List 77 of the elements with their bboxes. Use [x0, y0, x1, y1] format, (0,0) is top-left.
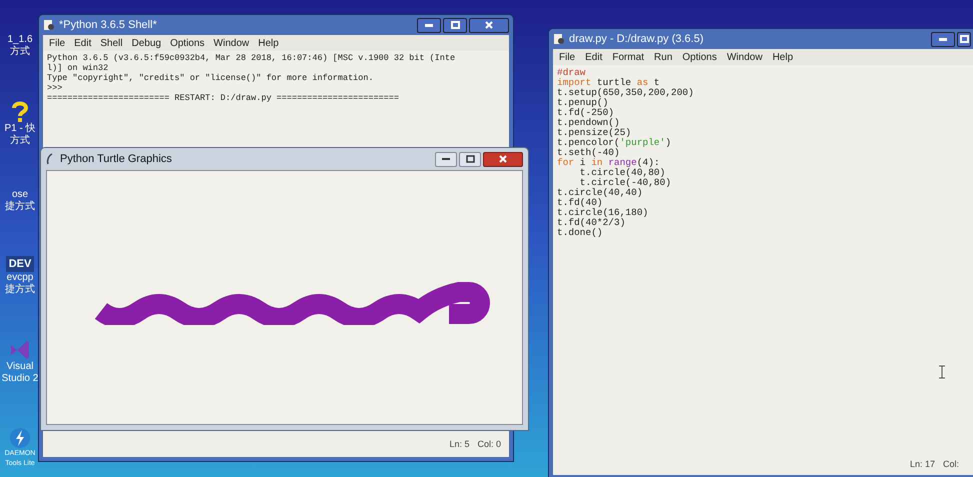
menu-item[interactable]: Window — [726, 50, 762, 64]
status-text: Col: — [942, 458, 959, 470]
shell-output-line: >>> — [47, 83, 64, 93]
menu-item[interactable]: File — [559, 50, 576, 64]
bow-tie-icon — [8, 338, 31, 360]
code-line: t.setup(650,350,200,200) — [557, 88, 695, 98]
icon-label[interactable]: P1 - 快 — [4, 122, 36, 134]
menu-item[interactable]: Options — [682, 50, 717, 64]
code-line: t.circle(40,40) — [557, 188, 644, 198]
close-button[interactable] — [483, 152, 523, 166]
close-button[interactable] — [469, 18, 509, 32]
dev-logo: DEV — [6, 256, 34, 272]
icon-label[interactable]: 1_1.6 — [7, 34, 33, 46]
icon-label[interactable]: 方式 — [10, 134, 30, 146]
code-line: t.circle(40,80) — [578, 168, 666, 178]
code-line: t.done() — [557, 228, 604, 238]
maximize-button[interactable] — [459, 152, 481, 166]
maximize-icon — [450, 21, 460, 29]
menu-item[interactable]: Format — [612, 50, 644, 64]
status-text: Ln: 17 — [910, 458, 935, 470]
icon-label[interactable]: evcpp — [6, 272, 34, 284]
shell-output-line: Python 3.6.5 (v3.6.5:f59c0932b4, Mar 28 2018, 16:07:46) [MSC v.1900 32 bit (Inte — [47, 53, 456, 63]
code-line: t.pendown() — [557, 118, 621, 128]
code-line: t.pensize(25) — [557, 128, 632, 138]
maximize-button[interactable] — [443, 18, 467, 32]
code-line: import turtle as t — [557, 78, 661, 88]
minimize-icon — [425, 24, 433, 26]
code-line: t.seth(-40) — [557, 148, 621, 158]
icon-label[interactable]: 捷方式 — [5, 284, 35, 296]
menu-item[interactable]: Debug — [132, 36, 162, 50]
menu-item[interactable]: Run — [654, 50, 672, 64]
menu-item[interactable]: Edit — [74, 36, 92, 50]
code-line: t.fd(40*2/3) — [557, 218, 626, 228]
menu-item[interactable]: Options — [170, 36, 205, 50]
question-mark-icon — [11, 100, 29, 122]
menu-item[interactable]: Edit — [585, 50, 602, 64]
minimize-icon — [442, 158, 450, 160]
status-text: Col: 0 — [477, 438, 501, 450]
menu-item[interactable]: Help — [258, 36, 279, 50]
shell-output-line: ======================== RESTART: D:/draw.py ======================== — [47, 93, 400, 103]
window-title: *Python 3.6.5 Shell* — [59, 18, 157, 33]
code-line: t.circle(16,180) — [557, 208, 650, 218]
maximize-icon — [960, 35, 968, 43]
code-line: t.circle(-40,80) — [578, 178, 672, 188]
close-icon — [499, 155, 507, 163]
lightning-icon — [8, 427, 31, 449]
minimize-button[interactable] — [417, 18, 441, 32]
icon-label[interactable]: ose — [12, 189, 28, 201]
text-cursor-icon — [939, 365, 945, 379]
minimize-button[interactable] — [435, 152, 457, 166]
code-line: t.pencolor('purple') — [557, 138, 672, 148]
menu-item[interactable]: Shell — [100, 36, 123, 50]
window-title: Python Turtle Graphics — [60, 152, 172, 167]
python-file-icon — [553, 33, 565, 45]
menu-item[interactable]: File — [49, 36, 66, 50]
menu-item[interactable]: Window — [214, 36, 250, 50]
icon-label[interactable]: Studio 2 — [2, 372, 38, 384]
code-line: #draw — [557, 68, 587, 78]
shell-output-line: Type "copyright", "credits" or "license()" for more information. — [47, 73, 374, 83]
code-line: t.fd(-250) — [557, 108, 616, 118]
shell-output-line: l)] on win32 — [47, 63, 110, 73]
code-line: t.penup() — [557, 98, 610, 108]
icon-label[interactable]: 捷方式 — [5, 201, 35, 213]
icon-label[interactable]: 方式 — [10, 46, 30, 58]
python-file-icon — [43, 19, 55, 31]
menu-item[interactable]: Help — [772, 50, 794, 64]
code-line: for i in range(4): — [557, 158, 661, 168]
close-icon — [485, 21, 493, 29]
minimize-button[interactable] — [931, 32, 955, 46]
icon-label[interactable]: Visual — [6, 360, 34, 372]
code-line: t.fd(40) — [557, 198, 604, 208]
maximize-icon — [466, 155, 474, 163]
maximize-button[interactable] — [957, 32, 971, 46]
window-title: draw.py - D:/draw.py (3.6.5) — [569, 32, 704, 47]
feather-icon — [46, 153, 54, 165]
status-text: Ln: 5 — [449, 438, 470, 450]
minimize-icon — [939, 38, 947, 40]
